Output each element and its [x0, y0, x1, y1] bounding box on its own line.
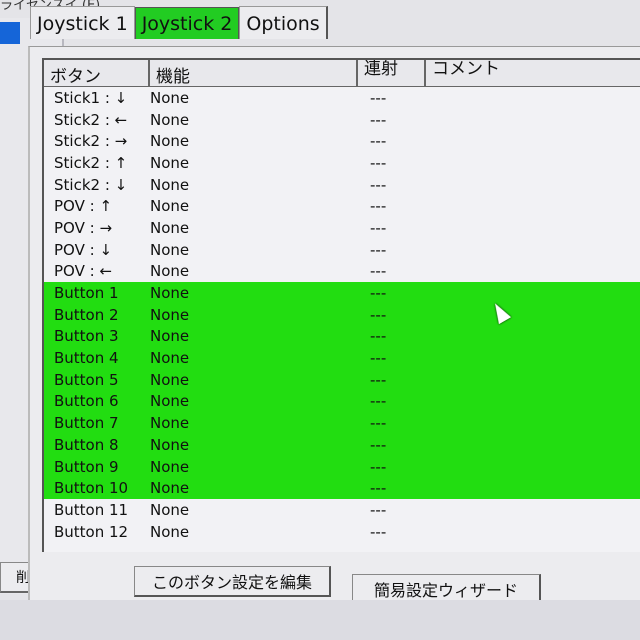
table-row[interactable]: Button 3 None ---: [44, 325, 640, 348]
table-row[interactable]: Button 6 None ---: [44, 390, 640, 413]
function-cell: None: [150, 349, 190, 368]
table-row[interactable]: Button 4 None ---: [44, 347, 640, 369]
tab-joystick-1[interactable]: Joystick 1: [30, 6, 135, 39]
button-mapping-list[interactable]: ボタン 機能 連射 コメント Stick1 : ↓ None --- Stick2 :…: [42, 58, 640, 552]
table-row[interactable]: Stick2 : ← None ---: [44, 109, 640, 131]
function-cell: None: [150, 153, 190, 172]
button-cell: POV : ←: [54, 262, 113, 281]
edit-button-setting-button[interactable]: このボタン設定を編集: [134, 566, 331, 597]
button-cell: Stick2 : ↑: [54, 153, 128, 172]
button-cell: Stick2 : →: [54, 132, 128, 151]
rapid-cell: ---: [370, 88, 387, 107]
function-cell: None: [150, 88, 190, 107]
button-cell: Button 3: [54, 327, 119, 346]
button-cell: Button 5: [54, 370, 119, 389]
table-row[interactable]: Button 7 None ---: [44, 412, 640, 434]
button-cell: Stick1 : ↓: [54, 88, 128, 107]
function-cell: None: [150, 522, 190, 541]
rapid-cell: ---: [370, 132, 387, 151]
column-header-rapid[interactable]: 連射: [358, 60, 426, 86]
table-row[interactable]: Stick2 : ↑ None ---: [44, 152, 640, 174]
rapid-cell: ---: [370, 240, 387, 259]
table-row[interactable]: Button 1 None ---: [44, 282, 640, 304]
table-row[interactable]: Stick2 : → None ---: [44, 130, 640, 152]
function-cell: None: [150, 500, 190, 519]
tab-bar: Joystick 1 Joystick 2 Options: [30, 6, 328, 39]
rapid-cell: ---: [370, 262, 387, 281]
button-cell: POV : ↑: [54, 197, 113, 216]
button-cell: Button 2: [54, 305, 119, 324]
tab-options[interactable]: Options: [239, 6, 328, 39]
table-row[interactable]: Button 12 None ---: [44, 521, 640, 543]
button-cell: Button 8: [54, 435, 119, 454]
button-cell: Stick2 : ↓: [54, 175, 128, 194]
tab-joystick-2[interactable]: Joystick 2: [134, 7, 240, 39]
function-cell: None: [150, 435, 190, 454]
rapid-cell: ---: [370, 110, 387, 129]
rapid-cell: ---: [370, 197, 387, 216]
table-row[interactable]: Button 9 None ---: [44, 455, 640, 478]
table-row[interactable]: Button 11 None ---: [44, 499, 640, 521]
table-row[interactable]: Stick2 : ↓ None ---: [44, 174, 640, 196]
table-row[interactable]: Button 2 None ---: [44, 303, 640, 326]
rapid-cell: ---: [370, 392, 387, 411]
function-cell: None: [150, 479, 190, 498]
table-row[interactable]: POV : ← None ---: [44, 261, 640, 283]
function-cell: None: [150, 262, 190, 281]
function-cell: None: [150, 132, 190, 151]
table-row[interactable]: Button 5 None ---: [44, 368, 640, 391]
button-cell: POV : ↓: [54, 240, 113, 259]
function-cell: None: [150, 175, 190, 194]
column-header-function[interactable]: 機能: [150, 60, 358, 87]
table-row[interactable]: Button 8 None ---: [44, 434, 640, 456]
rapid-cell: ---: [370, 175, 387, 194]
window-bottom-area: [0, 600, 640, 640]
rapid-cell: ---: [370, 414, 387, 433]
function-cell: None: [150, 197, 190, 216]
function-cell: None: [150, 370, 190, 389]
button-cell: Button 12: [54, 522, 129, 541]
button-cell: Button 4: [54, 349, 119, 368]
function-cell: None: [150, 392, 190, 411]
rapid-cell: ---: [370, 370, 387, 389]
table-row[interactable]: Button 10 None ---: [44, 477, 640, 500]
button-cell: Button 6: [54, 392, 119, 411]
table-row[interactable]: POV : → None ---: [44, 217, 640, 239]
function-cell: None: [150, 240, 190, 259]
function-cell: None: [150, 327, 190, 346]
list-header: ボタン 機能 連射 コメント: [44, 60, 640, 87]
column-header-comment[interactable]: コメント: [426, 60, 640, 86]
function-cell: None: [150, 284, 190, 303]
left-pane-selected-item[interactable]: [0, 22, 20, 44]
button-cell: Stick2 : ←: [54, 110, 128, 129]
button-cell: Button 9: [54, 457, 119, 476]
table-row[interactable]: Stick1 : ↓ None ---: [44, 87, 640, 109]
rapid-cell: ---: [370, 153, 387, 172]
button-cell: Button 7: [54, 414, 119, 433]
table-row[interactable]: POV : ↓ None ---: [44, 239, 640, 261]
rapid-cell: ---: [370, 349, 387, 368]
rapid-cell: ---: [370, 479, 387, 498]
button-cell: Button 11: [54, 500, 129, 519]
rapid-cell: ---: [370, 218, 387, 237]
function-cell: None: [150, 414, 190, 433]
column-header-button[interactable]: ボタン: [44, 60, 150, 87]
rapid-cell: ---: [370, 522, 387, 541]
rapid-cell: ---: [370, 327, 387, 346]
function-cell: None: [150, 305, 190, 324]
function-cell: None: [150, 457, 190, 476]
rapid-cell: ---: [370, 284, 387, 303]
button-cell: Button 1: [54, 284, 119, 303]
function-cell: None: [150, 110, 190, 129]
rapid-cell: ---: [370, 435, 387, 454]
button-cell: Button 10: [54, 479, 129, 498]
rapid-cell: ---: [370, 457, 387, 476]
rapid-cell: ---: [370, 500, 387, 519]
rapid-cell: ---: [370, 305, 387, 324]
table-row[interactable]: POV : ↑ None ---: [44, 195, 640, 217]
button-cell: POV : →: [54, 218, 113, 237]
function-cell: None: [150, 218, 190, 237]
